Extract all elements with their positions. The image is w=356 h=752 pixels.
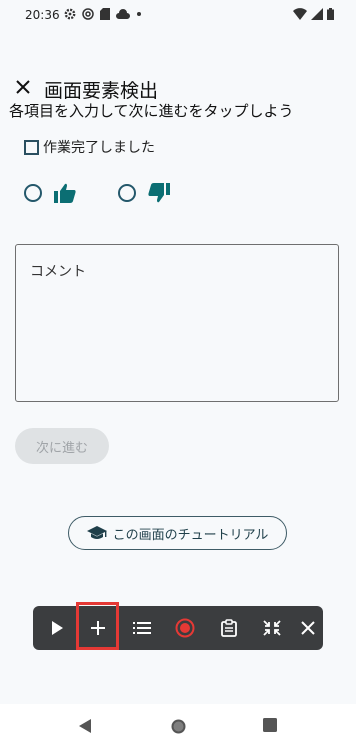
wifi-icon: [293, 8, 307, 20]
thumbs-down-radio[interactable]: [118, 184, 136, 202]
clipboard-button[interactable]: [211, 606, 247, 650]
thumbs-down-option[interactable]: [118, 183, 170, 203]
play-icon: [52, 621, 63, 635]
thumbs-up-option[interactable]: [24, 183, 76, 203]
status-time: 20:36: [25, 8, 60, 22]
checkbox-box[interactable]: [24, 139, 39, 155]
status-bar: 20:36: [0, 0, 356, 30]
instruction-text: 各項目を入力して次に進むをタップしよう: [9, 102, 294, 120]
thumbs-up-icon: [54, 183, 76, 203]
list-button[interactable]: [124, 606, 160, 650]
comment-placeholder: コメント: [30, 264, 86, 280]
tutorial-button-label: この画面のチュートリアル: [112, 527, 269, 543]
checkbox-label: 作業完了しました: [43, 140, 155, 156]
list-icon: [133, 622, 151, 634]
page-title: 画面要素検出: [44, 80, 159, 102]
at-icon: [82, 8, 94, 20]
dot-icon: [137, 12, 141, 16]
collapse-icon: [263, 620, 281, 636]
signal-icon: [311, 8, 323, 20]
work-complete-checkbox[interactable]: 作業完了しました: [24, 137, 155, 157]
sd-card-icon: [100, 8, 110, 20]
play-button[interactable]: [39, 606, 75, 650]
thumbs-up-radio[interactable]: [24, 184, 42, 202]
comment-field[interactable]: コメント: [15, 244, 339, 402]
clipboard-icon: [221, 619, 237, 637]
system-nav-bar: [0, 704, 356, 752]
highlight-box: [76, 602, 119, 650]
cloud-icon: [116, 9, 130, 19]
record-button[interactable]: [167, 606, 203, 650]
record-icon: [175, 618, 195, 638]
toolbar-close-button[interactable]: [290, 606, 326, 650]
graduation-cap-icon: [86, 526, 107, 539]
home-icon[interactable]: [170, 718, 187, 735]
back-icon[interactable]: [78, 718, 92, 734]
status-icons-left: [64, 8, 142, 20]
close-icon[interactable]: [12, 76, 34, 98]
battery-icon: [327, 8, 334, 20]
next-button-label: 次に進む: [35, 440, 88, 456]
thumbs-down-icon: [148, 183, 170, 203]
close-icon: [301, 621, 315, 635]
status-icons-right: [293, 8, 334, 20]
gear-icon: [64, 8, 76, 20]
tutorial-button[interactable]: この画面のチュートリアル: [68, 516, 287, 550]
recents-icon[interactable]: [263, 718, 277, 732]
next-button[interactable]: 次に進む: [15, 428, 109, 464]
collapse-button[interactable]: [254, 606, 290, 650]
